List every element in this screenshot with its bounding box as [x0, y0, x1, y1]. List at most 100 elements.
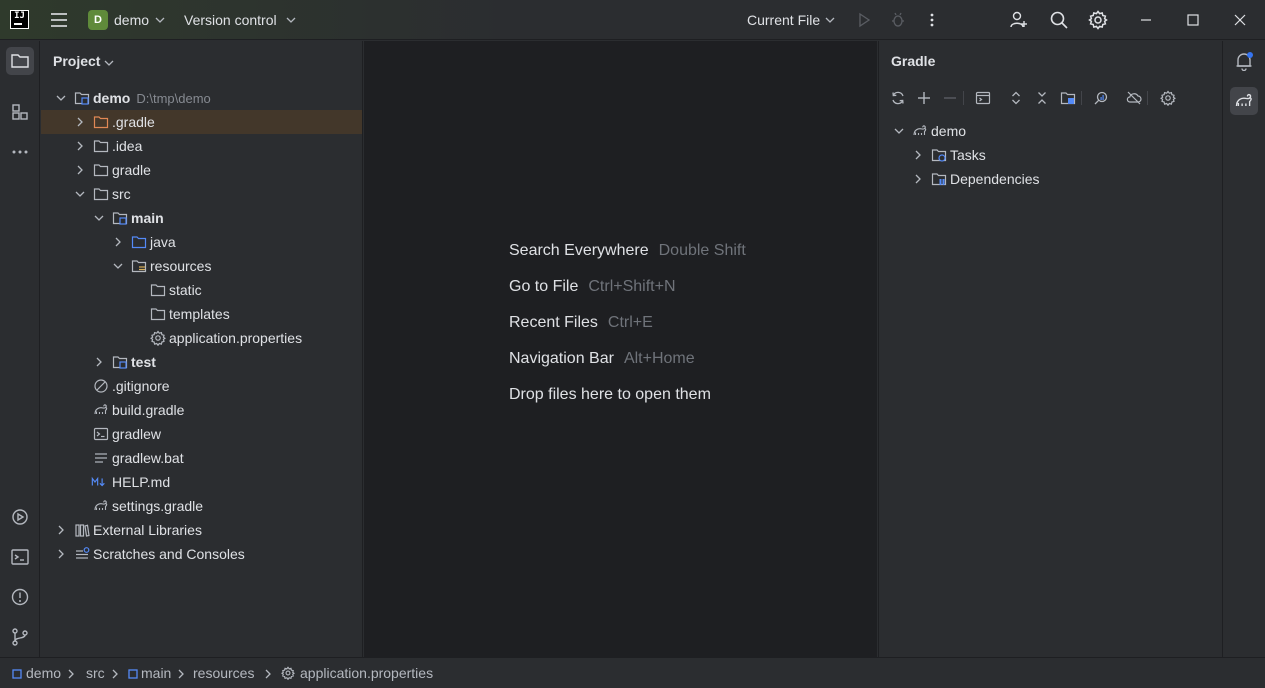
expand-all-icon[interactable] [1007, 89, 1025, 107]
tree-row-help-md[interactable]: HELP.md [41, 470, 362, 494]
tree-row-gradlew-bat[interactable]: gradlew.bat [41, 446, 362, 470]
toolbar-divider [1147, 91, 1148, 105]
tree-label: test [131, 354, 156, 370]
chevron-down-icon[interactable] [893, 125, 905, 137]
link-project-icon[interactable] [1059, 89, 1077, 107]
reload-icon[interactable] [889, 89, 907, 107]
terminal-icon[interactable] [6, 543, 34, 571]
gradle-tool-icon[interactable] [1230, 87, 1258, 115]
tree-row-application-properties[interactable]: application.properties [41, 326, 362, 350]
tree-row-gradle[interactable]: gradle [41, 158, 362, 182]
gradle-tree-row-tasks[interactable]: Tasks [879, 143, 1222, 167]
chevron-right-icon[interactable] [74, 140, 86, 152]
structure-tool-icon[interactable] [6, 98, 34, 126]
chevron-right-icon[interactable] [74, 164, 86, 176]
breadcrumb-item[interactable]: demo [26, 665, 61, 681]
git-branch-icon[interactable] [6, 623, 34, 651]
tree-row-java[interactable]: java [41, 230, 362, 254]
tree-row-dot-gradle[interactable]: .gradle [41, 110, 362, 134]
main-menu-button[interactable] [48, 10, 70, 30]
services-icon[interactable] [6, 503, 34, 531]
project-badge[interactable]: D [88, 10, 108, 30]
tree-row-gradlew[interactable]: gradlew [41, 422, 362, 446]
folder-icon [93, 140, 109, 153]
chevron-down-icon[interactable] [824, 14, 836, 26]
library-icon [75, 524, 90, 537]
settings-gear-icon[interactable] [1088, 10, 1108, 30]
tree-row-resources[interactable]: resources [41, 254, 362, 278]
more-tools-icon[interactable] [6, 138, 34, 166]
tree-label: demo [931, 123, 967, 139]
chevron-down-icon[interactable] [55, 92, 67, 104]
run-icon[interactable] [854, 10, 874, 30]
execute-task-icon[interactable] [974, 89, 992, 107]
more-actions-icon[interactable] [922, 10, 942, 30]
chevron-right-icon [112, 669, 118, 679]
notifications-bell-icon[interactable] [1230, 47, 1258, 75]
folder-icon [93, 188, 109, 201]
project-panel-title[interactable]: Project [53, 53, 100, 69]
gradle-tree-row-demo[interactable]: demo [879, 119, 1222, 143]
add-icon[interactable] [915, 89, 933, 107]
collapse-all-icon[interactable] [1033, 89, 1051, 107]
tree-row-gitignore[interactable]: .gitignore [41, 374, 362, 398]
tree-label: .gradle [112, 114, 155, 130]
breadcrumb-item[interactable]: main [141, 665, 171, 681]
chevron-down-icon[interactable] [154, 14, 166, 26]
chevron-right-icon[interactable] [93, 356, 105, 368]
minimize-icon[interactable] [1136, 10, 1156, 30]
tree-row-templates[interactable]: templates [41, 302, 362, 326]
offline-mode-icon[interactable] [1125, 89, 1143, 107]
breadcrumb-item[interactable]: application.properties [300, 665, 433, 681]
gradle-settings-icon[interactable] [1159, 89, 1177, 107]
add-user-icon[interactable] [1009, 10, 1029, 30]
tree-row-external-libraries[interactable]: External Libraries [41, 518, 362, 542]
chevron-right-icon[interactable] [55, 524, 67, 536]
tree-label: resources [150, 258, 212, 274]
chevron-down-icon[interactable] [103, 57, 115, 69]
tree-row-src[interactable]: src [41, 182, 362, 206]
tree-row-build-gradle[interactable]: build.gradle [41, 398, 362, 422]
chevron-right-icon[interactable] [112, 236, 124, 248]
chevron-right-icon[interactable] [74, 116, 86, 128]
left-tool-strip [0, 41, 40, 657]
remove-icon[interactable] [941, 89, 959, 107]
chevron-down-icon[interactable] [74, 188, 86, 200]
tree-row-test[interactable]: test [41, 350, 362, 374]
chevron-down-icon[interactable] [285, 14, 297, 26]
analyze-dependencies-icon[interactable] [1092, 89, 1110, 107]
problems-icon[interactable] [6, 583, 34, 611]
tree-row-main[interactable]: main [41, 206, 362, 230]
tree-row-settings-gradle[interactable]: settings.gradle [41, 494, 362, 518]
breadcrumb-item[interactable]: src [86, 665, 105, 681]
gradle-tree-row-dependencies[interactable]: Dependencies [879, 167, 1222, 191]
tree-row-demo[interactable]: demo D:\tmp\demo [41, 86, 362, 110]
close-icon[interactable] [1230, 10, 1250, 30]
debug-icon[interactable] [888, 10, 908, 30]
excluded-folder-icon [93, 116, 109, 129]
right-tool-strip [1224, 41, 1265, 657]
ignore-file-icon [94, 379, 108, 393]
project-name[interactable]: demo [114, 12, 149, 28]
vcs-menu[interactable]: Version control [184, 12, 277, 28]
chevron-down-icon[interactable] [93, 212, 105, 224]
tree-label: gradlew [112, 426, 162, 442]
chevron-right-icon[interactable] [55, 548, 67, 560]
markdown-icon [91, 476, 105, 487]
tree-row-idea[interactable]: .idea [41, 134, 362, 158]
tree-row-scratches[interactable]: Scratches and Consoles [41, 542, 362, 566]
project-tool-icon[interactable] [6, 47, 34, 75]
module-icon [12, 669, 22, 679]
tree-row-static[interactable]: static [41, 278, 362, 302]
gradle-elephant-icon [94, 404, 108, 415]
chevron-right-icon[interactable] [912, 149, 924, 161]
breadcrumb-item[interactable]: resources [193, 665, 254, 681]
chevron-right-icon[interactable] [912, 173, 924, 185]
module-icon [128, 669, 138, 679]
run-config-selector[interactable]: Current File [747, 12, 820, 28]
maximize-icon[interactable] [1183, 10, 1203, 30]
editor-empty-area[interactable]: Search Everywhere Double Shift Go to File… [364, 41, 877, 657]
module-folder-icon [74, 92, 90, 105]
search-icon[interactable] [1049, 10, 1069, 30]
chevron-down-icon[interactable] [112, 260, 124, 272]
